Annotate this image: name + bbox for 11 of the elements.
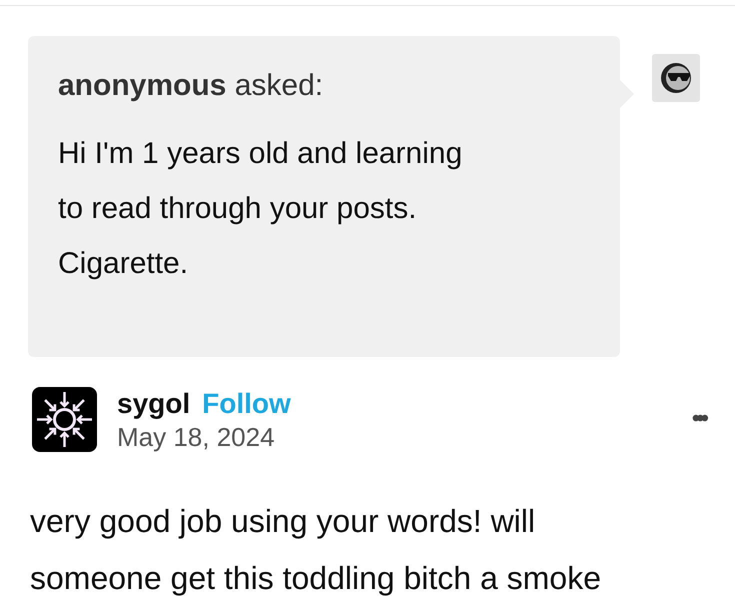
post-text: very good job using your words! will (30, 502, 536, 541)
ask-header: anonymous asked: (58, 68, 324, 104)
more-options-button[interactable]: ••• (692, 409, 705, 429)
post-text: someone get this toddling bitch a smoke (30, 559, 602, 598)
question-text: to read through your posts. (58, 191, 418, 227)
question-text: Hi I'm 1 years old and learning (58, 136, 464, 172)
avatar-icon (652, 54, 700, 102)
author-name[interactable]: sygol (117, 387, 190, 421)
question-text: Cigarette. (58, 246, 190, 282)
post-date: May 18, 2024 (117, 421, 276, 453)
avatar-icon (32, 387, 97, 452)
